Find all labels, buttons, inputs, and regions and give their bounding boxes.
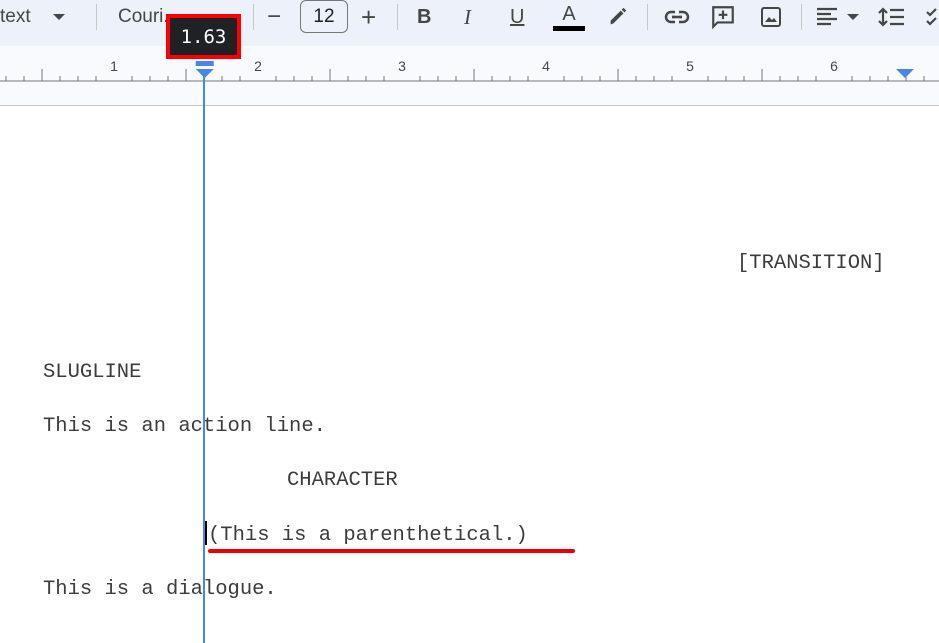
- toolbar-divider: [647, 4, 648, 30]
- ruler-label: 1: [110, 58, 118, 74]
- text-color-button[interactable]: A: [552, 0, 586, 34]
- italic-button[interactable]: I: [464, 0, 471, 34]
- underline-icon: U: [510, 5, 525, 28]
- indent-guide-line: [203, 72, 205, 643]
- increase-font-size-button[interactable]: +: [361, 0, 376, 34]
- ruler-label: 3: [398, 58, 406, 74]
- highlight-underline: [208, 549, 575, 553]
- align-dropdown[interactable]: [815, 0, 859, 34]
- bold-icon: B: [417, 5, 432, 28]
- insert-image-icon: [761, 7, 781, 27]
- ruler-label: 2: [254, 58, 262, 74]
- underline-button[interactable]: U: [510, 0, 524, 34]
- insert-image-button[interactable]: [759, 0, 783, 34]
- ruler-label: 6: [830, 58, 838, 74]
- ruler-label: 5: [686, 58, 694, 74]
- ruler-scale: 1 2 3 4 5 6: [0, 58, 939, 82]
- first-line-indent-marker: [195, 61, 214, 66]
- highlighter-icon: [610, 7, 627, 25]
- chevron-down-icon: [847, 14, 859, 20]
- checklist-button[interactable]: [926, 0, 939, 34]
- bold-button[interactable]: B: [417, 0, 431, 34]
- text-color-icon: A: [562, 2, 576, 25]
- add-comment-button[interactable]: [710, 0, 736, 34]
- style-dropdown[interactable]: text: [0, 0, 65, 34]
- line-spacing-button[interactable]: [878, 0, 906, 34]
- toolbar-divider: [397, 4, 398, 30]
- align-left-icon: [817, 7, 837, 26]
- dialogue-line[interactable]: This is a dialogue.: [43, 578, 277, 601]
- decrease-font-size-button[interactable]: −: [267, 0, 281, 34]
- italic-icon: I: [464, 4, 471, 29]
- character-line[interactable]: CHARACTER: [287, 469, 398, 492]
- toolbar-divider: [801, 4, 802, 30]
- toolbar: text Couri... − 12 + B I U A: [0, 0, 939, 46]
- indent-value: 1.63: [180, 25, 227, 48]
- action-line[interactable]: This is an action line.: [43, 415, 326, 438]
- minus-icon: −: [267, 3, 282, 30]
- document-page[interactable]: [TRANSITION] SLUGLINE This is an action …: [0, 106, 939, 643]
- add-comment-icon: [712, 6, 734, 30]
- slugline[interactable]: SLUGLINE: [43, 361, 141, 384]
- highlight-button[interactable]: [607, 0, 629, 34]
- transition-line[interactable]: [TRANSITION]: [737, 252, 885, 275]
- link-icon: [664, 10, 690, 24]
- checklist-icon: [926, 8, 937, 26]
- horizontal-ruler[interactable]: 1 2 3 4 5 6: [0, 46, 939, 106]
- chevron-down-icon: [52, 14, 65, 20]
- text-color-swatch: [553, 25, 585, 31]
- style-dropdown-label: text: [0, 6, 31, 27]
- parenthetical-line[interactable]: (This is a parenthetical.): [208, 524, 528, 547]
- right-indent-marker: [896, 69, 914, 78]
- font-size-input[interactable]: 12: [300, 0, 348, 33]
- font-size-value: 12: [313, 5, 335, 27]
- insert-link-button[interactable]: [664, 0, 690, 34]
- ruler-label: 4: [542, 58, 550, 74]
- plus-icon: +: [361, 1, 377, 32]
- toolbar-divider: [96, 4, 97, 30]
- indent-tooltip: 1.63: [166, 14, 241, 59]
- toolbar-divider: [253, 4, 254, 30]
- line-spacing-icon: [878, 7, 904, 27]
